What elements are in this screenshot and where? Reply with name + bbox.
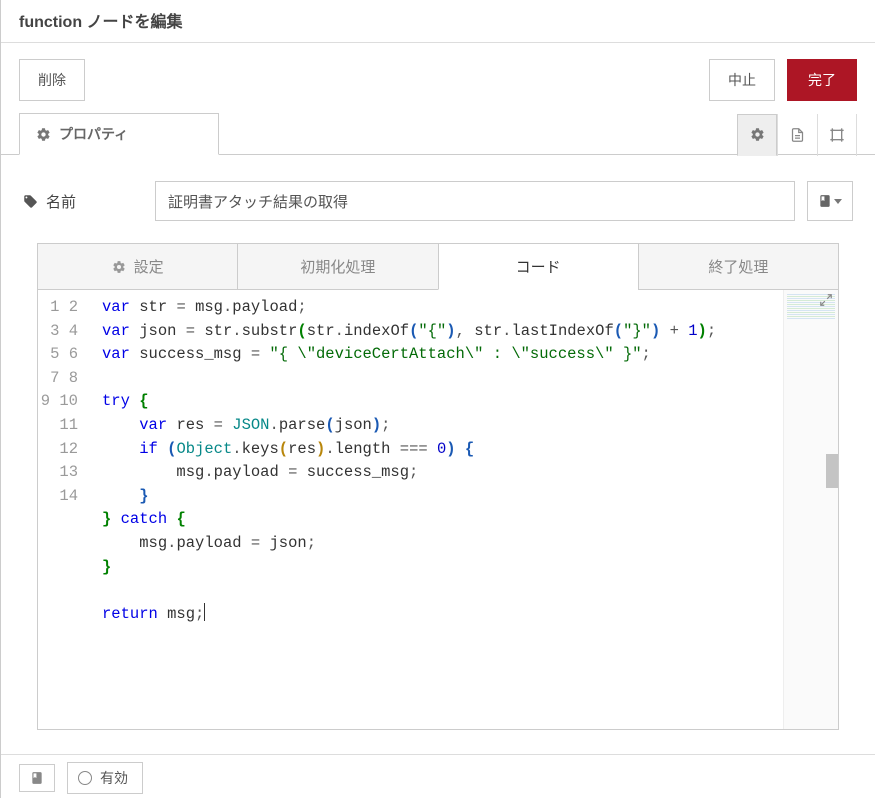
footer-bar: 有効 [1,754,875,798]
book-icon [30,771,44,785]
crop-icon [829,127,845,143]
name-input[interactable] [155,181,795,221]
code-editor[interactable]: 1 2 3 4 5 6 7 8 9 10 11 12 13 14 var str… [37,290,839,730]
library-button[interactable] [807,181,853,221]
function-tabs: 設定 初期化処理 コード 終了処理 [37,243,839,290]
enabled-label: 有効 [100,768,128,788]
line-number-gutter: 1 2 3 4 5 6 7 8 9 10 11 12 13 14 [38,290,88,729]
tab-initialize[interactable]: 初期化処理 [237,243,438,290]
gear-icon [750,127,765,142]
tag-icon [23,194,38,209]
chevron-down-icon [834,199,842,204]
tab-code-label: コード [516,256,561,277]
delete-button[interactable]: 削除 [19,59,85,101]
scrollbar-thumb[interactable] [826,454,838,488]
dialog-title: function ノードを編集 [1,0,875,43]
cancel-button[interactable]: 中止 [709,59,775,101]
document-icon [790,127,805,143]
minimap[interactable] [783,290,838,729]
tab-description-icon[interactable] [777,114,817,156]
name-label: 名前 [23,191,143,212]
tab-initialize-label: 初期化処理 [300,256,375,277]
tab-code[interactable]: コード [438,243,639,290]
gear-icon [36,127,51,142]
tab-setup-label: 設定 [134,256,164,277]
gear-icon [112,260,126,274]
footer-library-button[interactable] [19,764,55,792]
name-row: 名前 [23,181,853,221]
tab-close-label: 終了処理 [708,256,768,277]
enabled-toggle[interactable]: 有効 [67,762,143,794]
code-content[interactable]: var str = msg.payload; var json = str.su… [88,290,783,729]
tab-properties-label: プロパティ [59,124,128,144]
action-bar: 削除 中止 完了 [1,43,875,113]
tab-appearance-icon[interactable] [817,114,857,156]
scrollbar[interactable] [826,290,838,729]
tab-setup[interactable]: 設定 [37,243,238,290]
done-button[interactable]: 完了 [787,59,857,101]
tab-properties[interactable]: プロパティ [19,113,219,155]
tab-node-settings-icon[interactable] [737,114,777,156]
book-icon [818,194,832,208]
radio-off-icon [78,771,92,785]
name-label-text: 名前 [46,191,76,212]
tab-close[interactable]: 終了処理 [638,243,839,290]
top-tabs: プロパティ [1,113,875,155]
